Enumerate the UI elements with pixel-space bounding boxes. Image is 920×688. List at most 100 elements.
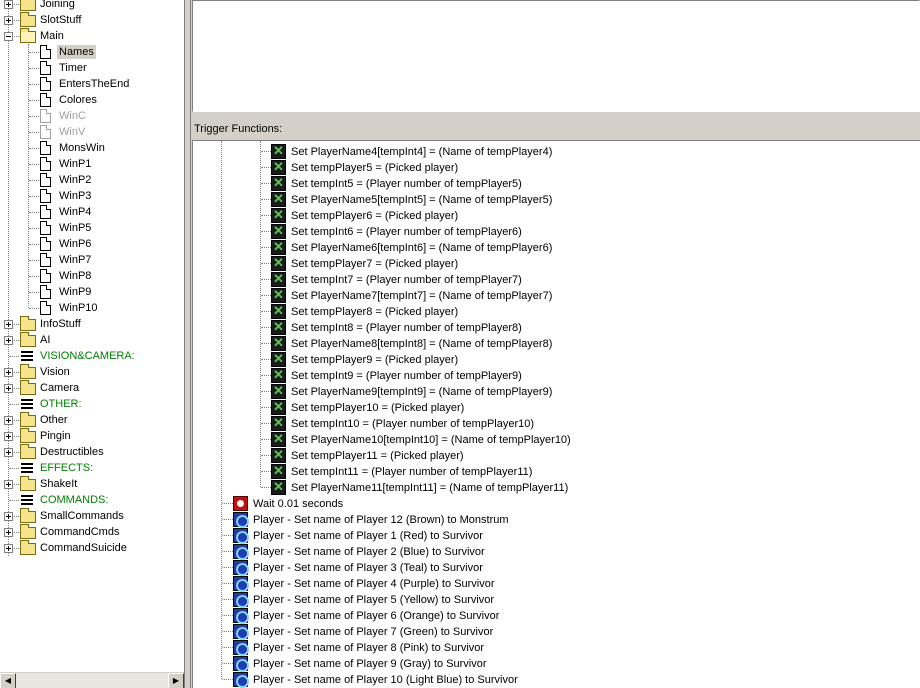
- tree-item-winp1[interactable]: WinP1: [0, 156, 184, 172]
- set-variable-icon: [271, 175, 286, 191]
- expand-plus-icon[interactable]: [4, 528, 13, 537]
- set-variable-action[interactable]: Set tempInt5 = (Player number of tempPla…: [193, 175, 920, 191]
- player-action[interactable]: Player - Set name of Player 2 (Blue) to …: [193, 543, 920, 560]
- set-variable-action[interactable]: Set tempPlayer10 = (Picked player): [193, 399, 920, 415]
- expand-plus-icon[interactable]: [4, 0, 13, 9]
- set-variable-action[interactable]: Set tempPlayer8 = (Picked player): [193, 303, 920, 319]
- set-variable-icon: [271, 255, 286, 271]
- player-action[interactable]: Player - Set name of Player 10 (Light Bl…: [193, 671, 920, 688]
- tree-item-other[interactable]: OTHER:: [0, 396, 184, 412]
- tree-item-winp5[interactable]: WinP5: [0, 220, 184, 236]
- set-variable-action[interactable]: Set tempInt10 = (Player number of tempPl…: [193, 415, 920, 431]
- tree-item-smallcommands[interactable]: SmallCommands: [0, 508, 184, 524]
- set-variable-action[interactable]: Set tempInt11 = (Player number of tempPl…: [193, 463, 920, 479]
- tree-item-colores[interactable]: Colores: [0, 92, 184, 108]
- set-variable-icon: [271, 367, 286, 383]
- set-variable-action[interactable]: Set PlayerName6[tempInt6] = (Name of tem…: [193, 239, 920, 255]
- tree-item-commands[interactable]: COMMANDS:: [0, 492, 184, 508]
- player-globe-icon: [233, 544, 249, 560]
- tree-item-timer[interactable]: Timer: [0, 60, 184, 76]
- set-variable-action[interactable]: Set PlayerName10[tempInt10] = (Name of t…: [193, 431, 920, 447]
- set-variable-action[interactable]: Set tempInt9 = (Player number of tempPla…: [193, 367, 920, 383]
- tree-connector: [29, 276, 39, 277]
- player-action[interactable]: Player - Set name of Player 4 (Purple) t…: [193, 575, 920, 592]
- scroll-left-button[interactable]: ◀: [0, 673, 16, 688]
- set-variable-action[interactable]: Set PlayerName8[tempInt8] = (Name of tem…: [193, 335, 920, 351]
- expand-plus-icon[interactable]: [4, 336, 13, 345]
- tree-item-vision-camera[interactable]: VISION&CAMERA:: [0, 348, 184, 364]
- player-action[interactable]: Player - Set name of Player 3 (Teal) to …: [193, 559, 920, 576]
- tree-item-main[interactable]: Main: [0, 28, 184, 44]
- set-variable-action[interactable]: Set PlayerName11[tempInt11] = (Name of t…: [193, 479, 920, 495]
- panel-splitter[interactable]: [184, 0, 192, 688]
- set-variable-action[interactable]: Set tempPlayer5 = (Picked player): [193, 159, 920, 175]
- set-variable-action[interactable]: Set tempInt7 = (Player number of tempPla…: [193, 271, 920, 287]
- scroll-right-button[interactable]: ▶: [168, 673, 184, 688]
- tree-item-other[interactable]: Other: [0, 412, 184, 428]
- tree-item-pingin[interactable]: Pingin: [0, 428, 184, 444]
- set-variable-action[interactable]: Set PlayerName9[tempInt9] = (Name of tem…: [193, 383, 920, 399]
- tree-item-winp9[interactable]: WinP9: [0, 284, 184, 300]
- tree-item-winv[interactable]: WinV: [0, 124, 184, 140]
- function-text: Player - Set name of Player 10 (Light Bl…: [253, 674, 518, 686]
- player-action[interactable]: Player - Set name of Player 6 (Orange) t…: [193, 607, 920, 624]
- expand-plus-icon[interactable]: [4, 384, 13, 393]
- set-variable-action[interactable]: Set tempInt8 = (Player number of tempPla…: [193, 319, 920, 335]
- expand-plus-icon[interactable]: [4, 432, 13, 441]
- tree-item-camera[interactable]: Camera: [0, 380, 184, 396]
- set-variable-action[interactable]: Set tempInt6 = (Player number of tempPla…: [193, 223, 920, 239]
- tree-item-winp6[interactable]: WinP6: [0, 236, 184, 252]
- tree-item-commandcmds[interactable]: CommandCmds: [0, 524, 184, 540]
- tree-item-winc[interactable]: WinC: [0, 108, 184, 124]
- expand-plus-icon[interactable]: [4, 544, 13, 553]
- folder-icon: [20, 444, 36, 459]
- expand-plus-icon[interactable]: [4, 16, 13, 25]
- tree-item-enterstheend[interactable]: EntersTheEnd: [0, 76, 184, 92]
- tree-item-winp10[interactable]: WinP10: [0, 300, 184, 316]
- tree-item-vision[interactable]: Vision: [0, 364, 184, 380]
- set-variable-action[interactable]: Set tempPlayer11 = (Picked player): [193, 447, 920, 463]
- expand-plus-icon[interactable]: [4, 368, 13, 377]
- tree-item-commandsuicide[interactable]: CommandSuicide: [0, 540, 184, 556]
- tree-item-effects[interactable]: EFFECTS:: [0, 460, 184, 476]
- trigger-comment-pane[interactable]: [192, 0, 920, 112]
- tree-item-winp3[interactable]: WinP3: [0, 188, 184, 204]
- expand-plus-icon[interactable]: [4, 320, 13, 329]
- tree-item-ai[interactable]: AI: [0, 332, 184, 348]
- set-variable-action[interactable]: Set PlayerName7[tempInt7] = (Name of tem…: [193, 287, 920, 303]
- tree-horizontal-scrollbar[interactable]: ◀ ▶: [0, 672, 184, 688]
- player-action[interactable]: Player - Set name of Player 7 (Green) to…: [193, 623, 920, 640]
- function-text: Player - Set name of Player 2 (Blue) to …: [253, 546, 485, 558]
- wait-action[interactable]: Wait 0.01 seconds: [193, 495, 920, 511]
- set-variable-action[interactable]: Set tempPlayer6 = (Picked player): [193, 207, 920, 223]
- player-action[interactable]: Player - Set name of Player 1 (Red) to S…: [193, 527, 920, 544]
- player-action[interactable]: Player - Set name of Player 8 (Pink) to …: [193, 639, 920, 656]
- tree-item-slotstuff[interactable]: SlotStuff: [0, 12, 184, 28]
- tree-item-joining[interactable]: Joining: [0, 0, 184, 12]
- set-variable-action[interactable]: Set PlayerName4[tempInt4] = (Name of tem…: [193, 143, 920, 159]
- tree-item-shakeit[interactable]: ShakeIt: [0, 476, 184, 492]
- set-variable-action[interactable]: Set tempPlayer7 = (Picked player): [193, 255, 920, 271]
- tree-item-destructibles[interactable]: Destructibles: [0, 444, 184, 460]
- player-action[interactable]: Player - Set name of Player 9 (Gray) to …: [193, 655, 920, 672]
- expand-plus-icon[interactable]: [4, 512, 13, 521]
- collapse-minus-icon[interactable]: [4, 32, 13, 41]
- tree-item-infostuff[interactable]: InfoStuff: [0, 316, 184, 332]
- function-text: Set tempInt10 = (Player number of tempPl…: [291, 418, 535, 430]
- tree-item-winp4[interactable]: WinP4: [0, 204, 184, 220]
- player-action[interactable]: Player - Set name of Player 5 (Yellow) t…: [193, 591, 920, 608]
- set-variable-icon: [271, 159, 286, 175]
- player-action[interactable]: Player - Set name of Player 12 (Brown) t…: [193, 511, 920, 528]
- function-text: Player - Set name of Player 6 (Orange) t…: [253, 610, 500, 622]
- tree-item-winp7[interactable]: WinP7: [0, 252, 184, 268]
- expand-plus-icon[interactable]: [4, 480, 13, 489]
- expand-plus-icon[interactable]: [4, 448, 13, 457]
- tree-item-monswin[interactable]: MonsWin: [0, 140, 184, 156]
- tree-item-names[interactable]: Names: [0, 44, 184, 60]
- tree-item-winp8[interactable]: WinP8: [0, 268, 184, 284]
- set-variable-action[interactable]: Set tempPlayer9 = (Picked player): [193, 351, 920, 367]
- set-variable-action[interactable]: Set PlayerName5[tempInt5] = (Name of tem…: [193, 191, 920, 207]
- expand-plus-icon[interactable]: [4, 416, 13, 425]
- function-text: Set PlayerName5[tempInt5] = (Name of tem…: [291, 194, 553, 206]
- tree-item-winp2[interactable]: WinP2: [0, 172, 184, 188]
